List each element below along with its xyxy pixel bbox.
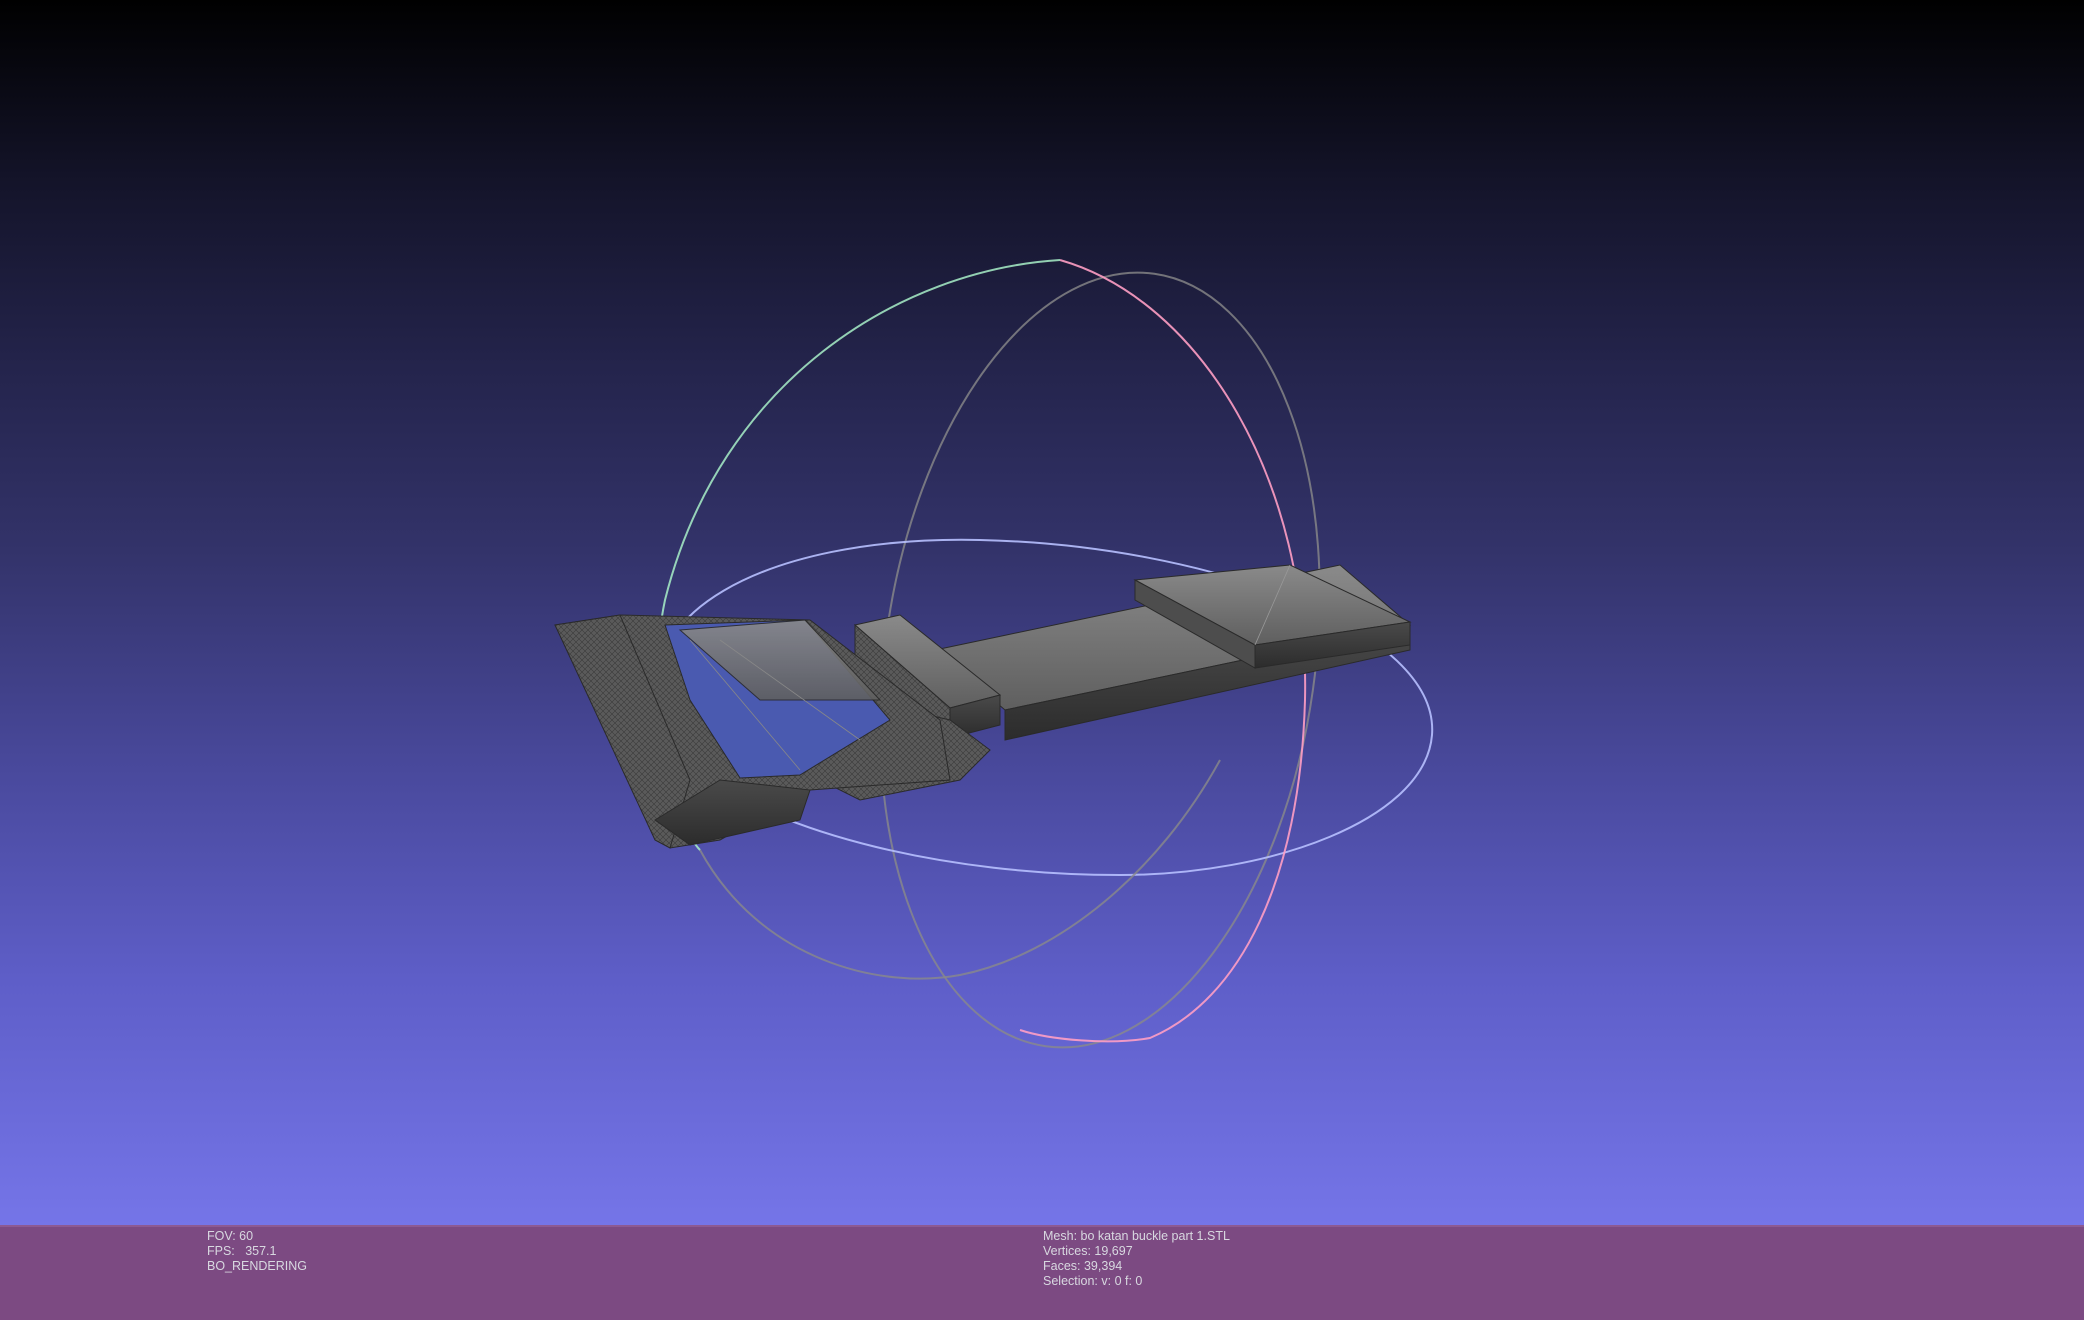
render-mode: BO_RENDERING (207, 1259, 308, 1273)
fps-readout: FPS: 357.1 (207, 1244, 277, 1258)
fov-readout: FOV: 60 (207, 1229, 254, 1243)
mesh-info: Mesh: bo katan buckle part 1.STL Vertices… (1043, 1229, 1230, 1289)
face-count: Faces: 39,394 (1043, 1259, 1123, 1273)
mesh-name: Mesh: bo katan buckle part 1.STL (1043, 1229, 1230, 1243)
3d-viewport[interactable] (0, 0, 2084, 1225)
status-bar (0, 1225, 2084, 1320)
mesh-model[interactable] (554, 564, 1412, 849)
selection-info: Selection: v: 0 f: 0 (1043, 1274, 1143, 1288)
vertex-count: Vertices: 19,697 (1043, 1244, 1133, 1258)
render-info: FOV: 60 FPS: 357.1 BO_RENDERING (207, 1229, 307, 1274)
scene-canvas[interactable] (0, 0, 2084, 1225)
